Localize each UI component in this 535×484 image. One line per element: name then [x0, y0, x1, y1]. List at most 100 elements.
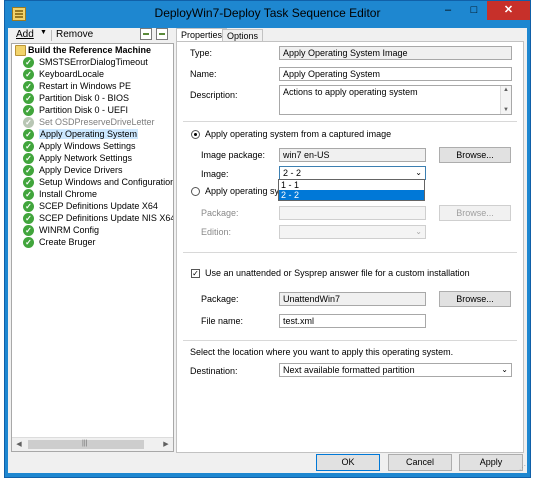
description-label: Description:: [190, 90, 238, 100]
chevron-down-icon[interactable]: ⌄: [415, 168, 422, 177]
title-bar[interactable]: DeployWin7-Deploy Task Sequence Editor –…: [5, 1, 530, 28]
check-circle-icon: ✓: [23, 189, 34, 200]
captured-image-radio[interactable]: [191, 130, 200, 139]
editor-window: DeployWin7-Deploy Task Sequence Editor –…: [4, 0, 531, 478]
check-circle-icon: ✓: [23, 69, 34, 80]
type-label: Type:: [190, 48, 213, 58]
task-sequence-tree[interactable]: Build the Reference Machine ✓ SMSTSErrorD…: [11, 43, 174, 452]
scroll-right-icon[interactable]: ▶: [159, 438, 173, 451]
captured-image-label: Apply operating system from a captured i…: [205, 129, 392, 139]
check-circle-icon: ✓: [23, 117, 34, 128]
edition-label: Edition:: [201, 227, 232, 237]
tree-item-label: Setup Windows and Configuration: [39, 177, 174, 187]
destination-label: Destination:: [190, 366, 238, 376]
name-field[interactable]: Apply Operating System: [279, 67, 512, 81]
tree-item-label: Apply Network Settings: [39, 153, 133, 163]
scroll-left-icon[interactable]: ◀: [12, 438, 26, 451]
destination-dropdown[interactable]: Next available formatted partition ⌄: [279, 363, 512, 377]
destination-value: Next available formatted partition: [283, 365, 415, 375]
chevron-down-icon[interactable]: ▼: [40, 29, 47, 36]
check-circle-icon: ✓: [23, 213, 34, 224]
divider: [183, 252, 517, 253]
tree-item-label: KeyboardLocale: [39, 69, 105, 79]
check-circle-icon: ✓: [23, 57, 34, 68]
description-scrollbar[interactable]: ▲ ▼: [500, 86, 511, 114]
check-circle-icon: ✓: [23, 93, 34, 104]
image-package-field: win7 en-US: [279, 148, 426, 162]
apply-button[interactable]: Apply: [459, 454, 523, 471]
cancel-button[interactable]: Cancel: [388, 454, 452, 471]
image-option[interactable]: 1 - 1: [279, 180, 424, 190]
check-circle-icon: ✓: [23, 165, 34, 176]
check-circle-icon: ✓: [23, 81, 34, 92]
maximize-button[interactable]: □: [461, 1, 487, 20]
tree-item-label: Restart in Windows PE: [39, 81, 132, 91]
tree-toolbar: Add ▼ Remove: [10, 28, 174, 43]
folder-icon: [15, 45, 26, 56]
file-name-label: File name:: [201, 316, 244, 326]
unattend-label: Use an unattended or Sysprep answer file…: [205, 268, 470, 278]
type-field: Apply Operating System Image: [279, 46, 512, 60]
package-label: Package:: [201, 208, 239, 218]
unattend-package-label: Package:: [201, 294, 239, 304]
file-name-field[interactable]: test.xml: [279, 314, 426, 328]
image-label: Image:: [201, 169, 229, 179]
toolbar-divider: [51, 30, 52, 41]
chevron-down-icon[interactable]: ⌄: [501, 365, 508, 374]
tree-item-label: Partition Disk 0 - BIOS: [39, 93, 130, 103]
resize-grip-icon[interactable]: ⋰: [519, 464, 526, 472]
tab-properties[interactable]: Properties: [176, 28, 228, 42]
image-dropdown-value: 2 - 2: [283, 168, 302, 178]
original-media-radio[interactable]: [191, 187, 200, 196]
remove-button[interactable]: Remove: [56, 29, 93, 40]
move-down-icon[interactable]: [156, 28, 168, 40]
tree-item-label: Build the Reference Machine: [28, 45, 152, 55]
tree-item-label: SMSTSErrorDialogTimeout: [39, 57, 148, 67]
ok-button[interactable]: OK: [316, 454, 380, 471]
image-dropdown-list[interactable]: 1 - 1 2 - 2: [278, 179, 425, 201]
check-circle-icon: ✓: [23, 153, 34, 164]
tree-item-label: Apply Device Drivers: [39, 165, 123, 175]
unattend-package-field: UnattendWin7: [279, 292, 426, 306]
unattend-browse-button[interactable]: Browse...: [439, 291, 511, 307]
package-browse-button: Browse...: [439, 205, 511, 221]
tree-item-label: Partition Disk 0 - UEFI: [39, 105, 129, 115]
check-circle-icon: ✓: [23, 177, 34, 188]
image-option-selected[interactable]: 2 - 2: [279, 190, 424, 200]
description-text: Actions to apply operating system: [283, 87, 418, 97]
check-circle-icon: ✓: [23, 105, 34, 116]
tree-item-label: SCEP Definitions Update NIS X64: [39, 213, 174, 223]
tree-item-label: Apply Windows Settings: [39, 141, 136, 151]
edition-dropdown: ⌄: [279, 225, 426, 239]
check-circle-icon: ✓: [23, 141, 34, 152]
image-package-label: Image package:: [201, 150, 266, 160]
dialog-client: Add ▼ Remove Build the Reference Machine…: [8, 28, 527, 473]
divider: [183, 340, 517, 341]
tree-item-label: WINRM Config: [39, 225, 100, 235]
location-instruction: Select the location where you want to ap…: [190, 347, 454, 357]
unattend-checkbox[interactable]: ✓: [191, 269, 200, 278]
image-package-browse-button[interactable]: Browse...: [439, 147, 511, 163]
package-field: [279, 206, 426, 220]
image-dropdown[interactable]: 2 - 2 ⌄: [279, 166, 426, 180]
name-label: Name:: [190, 69, 217, 79]
tree-item-label: Create Bruger: [39, 237, 96, 247]
description-field[interactable]: Actions to apply operating system ▲ ▼: [279, 85, 512, 115]
move-up-icon[interactable]: [140, 28, 152, 40]
divider: [183, 121, 517, 122]
minimize-button[interactable]: –: [435, 1, 461, 20]
check-circle-icon: ✓: [23, 237, 34, 248]
check-circle-icon: ✓: [23, 201, 34, 212]
add-label: Add: [16, 29, 34, 40]
tree-item-label: Install Chrome: [39, 189, 98, 199]
chevron-down-icon: ⌄: [415, 227, 422, 236]
horizontal-scrollbar[interactable]: ◀ ||| ▶: [12, 437, 173, 451]
scroll-up-icon[interactable]: ▲: [501, 87, 511, 93]
properties-panel: Type: Apply Operating System Image Name:…: [176, 41, 524, 453]
close-button[interactable]: ✕: [487, 1, 530, 20]
tree-item-label: Apply Operating System: [39, 129, 139, 139]
add-menu-button[interactable]: Add: [16, 29, 34, 40]
scroll-down-icon[interactable]: ▼: [501, 107, 511, 113]
scroll-grip-icon: |||: [82, 440, 88, 447]
check-circle-icon: ✓: [23, 225, 34, 236]
